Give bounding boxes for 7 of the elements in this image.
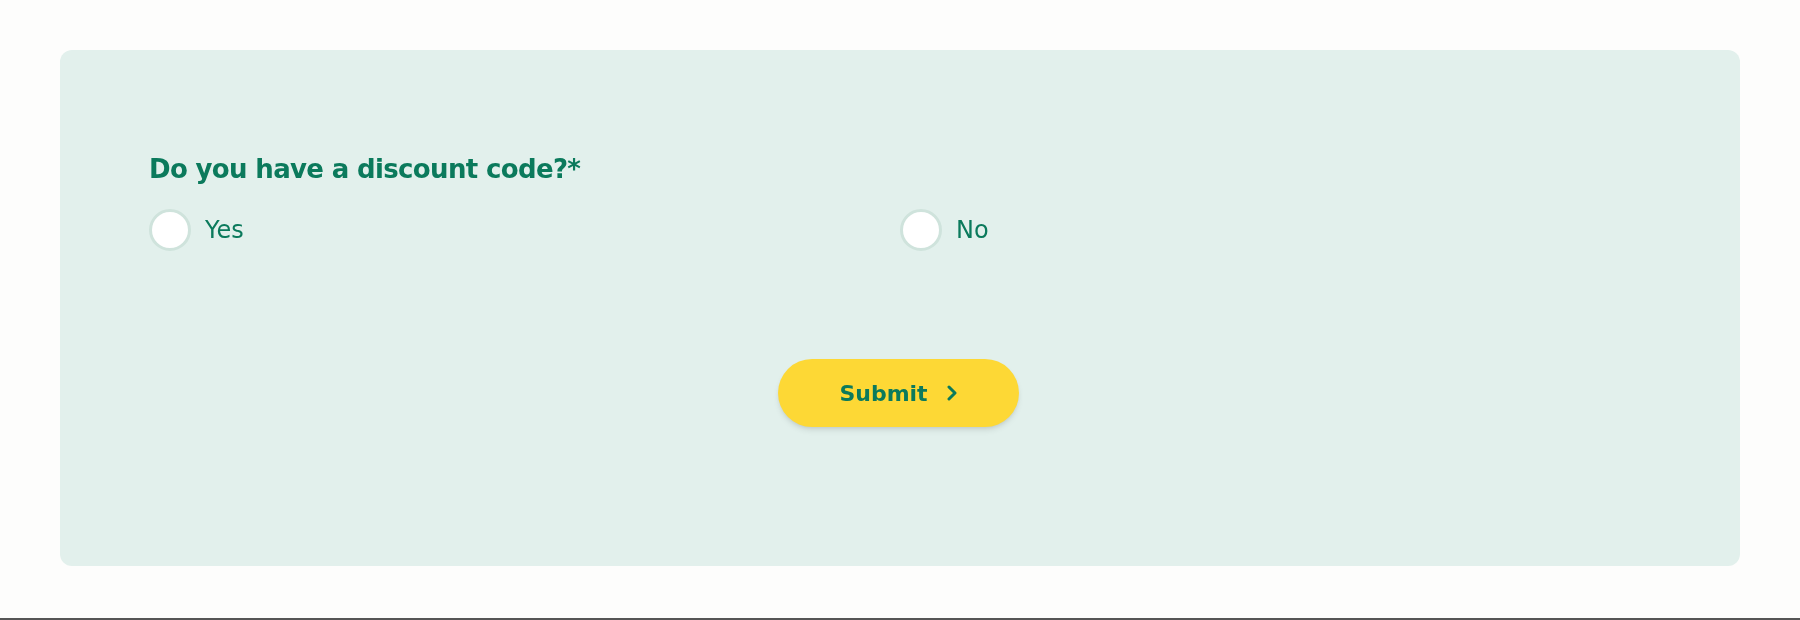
chevron-right-icon [945,385,958,401]
radio-button[interactable] [149,209,191,251]
option-label: No [956,215,989,246]
radio-button[interactable] [900,209,942,251]
option-label: Yes [205,215,244,246]
question-label: Do you have a discount code?* [149,153,582,186]
submit-button[interactable]: Submit [778,359,1019,427]
